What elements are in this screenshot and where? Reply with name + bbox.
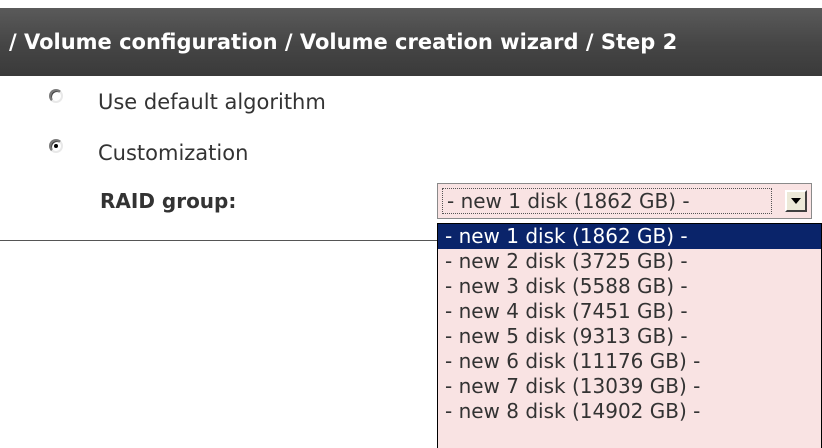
raid-option-6[interactable]: - new 6 disk (11176 GB) -	[438, 349, 821, 374]
radio-checked-dot	[54, 144, 58, 148]
customization-label[interactable]: Customization	[98, 141, 248, 165]
raid-option-2[interactable]: - new 2 disk (3725 GB) -	[438, 249, 821, 274]
page-title: / Volume configuration / Volume creation…	[0, 8, 822, 76]
raid-option-8[interactable]: - new 8 disk (14902 GB) -	[438, 399, 821, 424]
divider	[0, 240, 437, 241]
volume-creation-wizard-step-2: / Volume configuration / Volume creation…	[0, 0, 822, 448]
customization-radio[interactable]	[49, 139, 63, 153]
raid-group-select[interactable]: - new 1 disk (1862 GB) -	[437, 183, 812, 219]
default-algorithm-label[interactable]: Use default algorithm	[98, 90, 326, 114]
chevron-down-icon	[791, 198, 801, 204]
raid-option-7[interactable]: - new 7 disk (13039 GB) -	[438, 374, 821, 399]
raid-group-selected-value: - new 1 disk (1862 GB) -	[442, 188, 772, 214]
raid-group-label: RAID group:	[100, 189, 237, 213]
raid-group-dropdown-list[interactable]: - new 1 disk (1862 GB) - - new 2 disk (3…	[437, 223, 822, 448]
dropdown-arrow-button[interactable]	[785, 190, 807, 212]
raid-option-4[interactable]: - new 4 disk (7451 GB) -	[438, 299, 821, 324]
raid-option-5[interactable]: - new 5 disk (9313 GB) -	[438, 324, 821, 349]
default-algorithm-radio[interactable]	[49, 89, 63, 103]
raid-option-1[interactable]: - new 1 disk (1862 GB) -	[438, 224, 821, 249]
raid-option-3[interactable]: - new 3 disk (5588 GB) -	[438, 274, 821, 299]
